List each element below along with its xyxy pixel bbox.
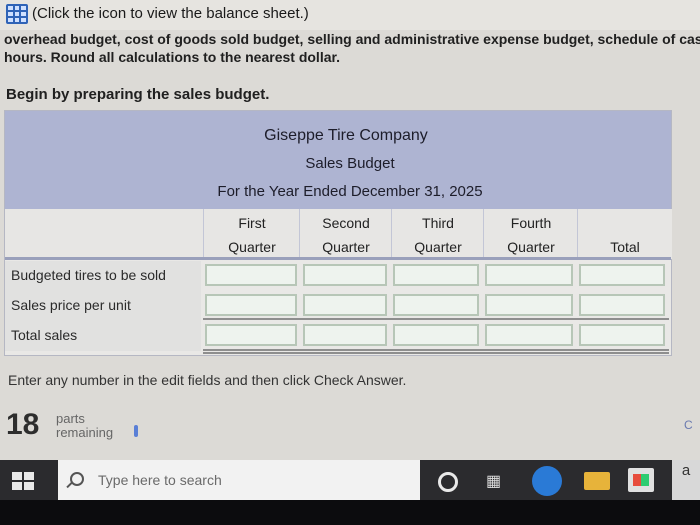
total-tires-input[interactable] (579, 264, 665, 286)
column-header-total: Total (577, 209, 672, 259)
hint-text: Enter any number in the edit fields and … (8, 372, 407, 388)
screen-bezel (0, 500, 700, 525)
fourth-quarter-price-input[interactable] (485, 294, 573, 316)
file-explorer-icon[interactable] (584, 472, 610, 490)
third-quarter-price-input[interactable] (393, 294, 479, 316)
third-quarter-total-sales-input[interactable] (393, 324, 479, 346)
header-divider (5, 257, 671, 260)
sales-budget-table: Giseppe Tire Company Sales Budget For th… (4, 110, 672, 356)
column-header-fourth-quarter: Fourth Quarter (483, 209, 578, 259)
column-header-line2: Quarter (507, 239, 555, 255)
first-quarter-total-sales-input[interactable] (205, 324, 297, 346)
row-label: Total sales (11, 327, 78, 343)
cortana-icon[interactable] (438, 472, 458, 492)
column-header-line2: Total (610, 239, 640, 255)
column-header-line2: Quarter (414, 239, 462, 255)
column-header-line2: Quarter (322, 239, 370, 255)
column-header-line1: Fourth (510, 215, 552, 231)
balance-sheet-link[interactable]: (Click the icon to view the balance shee… (32, 5, 309, 22)
second-quarter-price-input[interactable] (303, 294, 387, 316)
parts-label-line1: parts (56, 411, 85, 426)
row-total-sales: Total sales (5, 321, 671, 351)
total-total-sales-input[interactable] (579, 324, 665, 346)
check-answer-button-partial[interactable]: C (684, 418, 693, 432)
instructions-line-2: hours. Round all calculations to the nea… (4, 49, 341, 65)
total-line-top (203, 318, 669, 320)
taskbar-app-a[interactable]: a (672, 460, 700, 500)
fourth-quarter-tires-input[interactable] (485, 264, 573, 286)
row-sales-price: Sales price per unit (5, 291, 671, 321)
top-bar: (Click the icon to view the balance shee… (0, 0, 700, 30)
windows-start-icon[interactable] (12, 472, 34, 490)
table-header-band: Giseppe Tire Company Sales Budget For th… (5, 111, 671, 209)
fourth-quarter-total-sales-input[interactable] (485, 324, 573, 346)
first-quarter-tires-input[interactable] (205, 264, 297, 286)
column-header-line1: Second (322, 215, 370, 231)
taskbar-search-box[interactable]: Type here to search (58, 460, 420, 500)
windows-taskbar: Type here to search ▦ a (0, 460, 700, 500)
instructions: overhead budget, cost of goods sold budg… (0, 30, 700, 66)
company-name: Giseppe Tire Company (264, 127, 428, 144)
double-rule-1 (203, 349, 669, 351)
parts-remaining-label: parts remaining (56, 412, 113, 440)
search-placeholder: Type here to search (98, 472, 222, 488)
progress-indicator (134, 425, 138, 437)
row-label: Budgeted tires to be sold (11, 267, 166, 283)
budget-period: For the Year Ended December 31, 2025 (217, 183, 483, 200)
column-header-line2: Quarter (228, 239, 276, 255)
second-quarter-tires-input[interactable] (303, 264, 387, 286)
budget-title: Sales Budget (305, 155, 395, 172)
third-quarter-tires-input[interactable] (393, 264, 479, 286)
parts-remaining-count: 18 (6, 408, 40, 441)
parts-label-line2: remaining (56, 425, 114, 440)
row-label: Sales price per unit (11, 297, 131, 313)
spreadsheet-icon[interactable] (6, 4, 28, 24)
begin-instruction: Begin by preparing the sales budget. (6, 86, 270, 103)
instructions-line-1: overhead budget, cost of goods sold budg… (4, 31, 700, 47)
label-column-header (5, 209, 203, 259)
double-rule-2 (203, 352, 669, 354)
second-quarter-total-sales-input[interactable] (303, 324, 387, 346)
edge-browser-icon[interactable] (532, 466, 562, 496)
column-header-second-quarter: Second Quarter (299, 209, 392, 259)
column-header-line1: First (238, 215, 266, 231)
task-view-icon[interactable]: ▦ (486, 471, 502, 490)
total-price-input[interactable] (579, 294, 665, 316)
first-quarter-price-input[interactable] (205, 294, 297, 316)
store-icon[interactable] (628, 468, 654, 492)
column-header-first-quarter: First Quarter (203, 209, 300, 259)
column-header-third-quarter: Third Quarter (391, 209, 484, 259)
row-budgeted-tires: Budgeted tires to be sold (5, 261, 671, 291)
search-icon (70, 472, 84, 486)
column-header-line1: Third (422, 215, 454, 231)
